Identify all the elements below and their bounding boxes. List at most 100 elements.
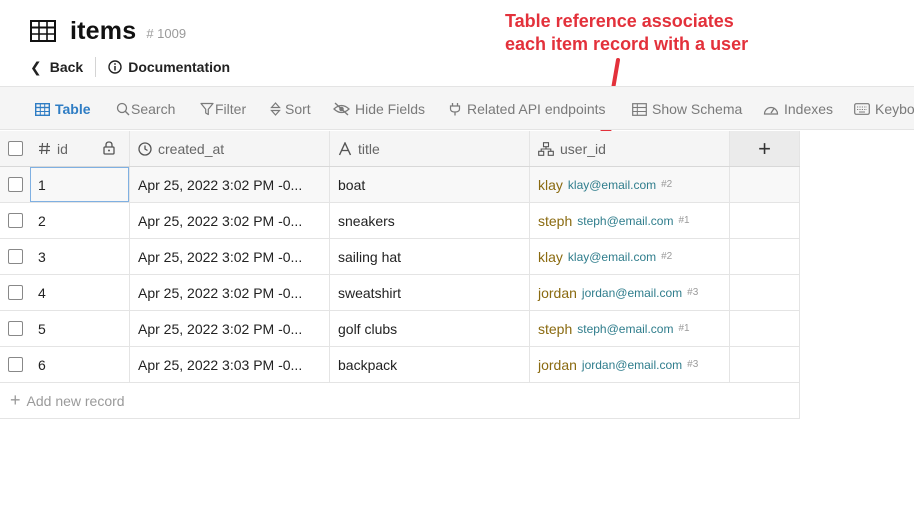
- cell-user-id[interactable]: jordan jordan@email.com #3: [530, 347, 730, 382]
- table-icon: [35, 102, 50, 116]
- chevron-left-icon: ❮: [30, 58, 42, 75]
- cell-title[interactable]: sweatshirt: [330, 275, 530, 310]
- table-row[interactable]: 6 Apr 25, 2022 3:03 PM -0... backpack jo…: [0, 347, 800, 383]
- sort-icon: [270, 102, 281, 116]
- add-new-record-button[interactable]: + Add new record: [0, 383, 800, 419]
- cell-created-at[interactable]: Apr 25, 2022 3:02 PM -0...: [130, 239, 330, 274]
- row-select: [0, 275, 30, 310]
- toolbar-keyboard-label: Keybo: [875, 101, 914, 117]
- toolbar-search-button[interactable]: Search: [116, 87, 175, 131]
- cell-user-id[interactable]: jordan jordan@email.com #3: [530, 275, 730, 310]
- user-ref: #1: [678, 215, 690, 226]
- toolbar-show-schema-label: Show Schema: [652, 101, 743, 117]
- row-checkbox[interactable]: [7, 177, 23, 192]
- user-name: steph: [538, 320, 573, 337]
- gauge-icon: [763, 106, 779, 115]
- row-select: [0, 167, 30, 202]
- column-label-created-at: created_at: [158, 140, 225, 157]
- cell-user-id[interactable]: steph steph@email.com #1: [530, 203, 730, 238]
- cell-created-at[interactable]: Apr 25, 2022 3:02 PM -0...: [130, 275, 330, 310]
- cell-created-at[interactable]: Apr 25, 2022 3:02 PM -0...: [130, 203, 330, 238]
- cell-user-id[interactable]: klay klay@email.com #2: [530, 167, 730, 202]
- row-checkbox[interactable]: [7, 213, 23, 228]
- cell-empty: [730, 311, 800, 346]
- cell-id[interactable]: 3: [30, 239, 130, 274]
- toolbar-filter-button[interactable]: Filter: [200, 87, 246, 131]
- back-button[interactable]: ❮ Back: [30, 59, 83, 76]
- documentation-link[interactable]: Documentation: [108, 59, 230, 75]
- user-email: klay@email.com: [567, 177, 657, 192]
- user-email: steph@email.com: [577, 321, 674, 336]
- toolbar-table-label: Table: [55, 101, 91, 117]
- user-ref: #2: [661, 179, 673, 190]
- toolbar-indexes-button[interactable]: Indexes: [763, 87, 833, 131]
- user-email: steph@email.com: [577, 213, 674, 228]
- select-all-checkbox[interactable]: [7, 141, 23, 156]
- column-header-created-at[interactable]: created_at: [130, 131, 330, 166]
- annotation-text: Table reference associates each item rec…: [505, 10, 805, 56]
- toolbar-sort-label: Sort: [285, 101, 311, 117]
- toolbar-sort-button[interactable]: Sort: [270, 87, 311, 131]
- cell-id[interactable]: 2: [30, 203, 130, 238]
- user-ref: #2: [661, 251, 673, 262]
- cell-id[interactable]: 5: [30, 311, 130, 346]
- column-label-title: title: [358, 140, 380, 157]
- column-label-id: id: [57, 140, 68, 157]
- user-email: jordan@email.com: [581, 357, 683, 372]
- row-checkbox[interactable]: [7, 357, 23, 372]
- cell-title[interactable]: boat: [330, 167, 530, 202]
- add-new-record-label: Add new record: [26, 392, 125, 409]
- cell-empty: [730, 239, 800, 274]
- toolbar-table-tab[interactable]: Table: [35, 87, 91, 131]
- cell-id[interactable]: 4: [30, 275, 130, 310]
- row-select: [0, 311, 30, 346]
- cell-title[interactable]: golf clubs: [330, 311, 530, 346]
- cell-user-id[interactable]: klay klay@email.com #2: [530, 239, 730, 274]
- table-id: # 1009: [146, 25, 187, 41]
- user-email: jordan@email.com: [581, 285, 683, 300]
- lock-icon: [103, 141, 115, 155]
- cell-title[interactable]: sailing hat: [330, 239, 530, 274]
- info-icon: [108, 60, 122, 74]
- column-header-id[interactable]: id: [30, 131, 130, 166]
- cell-empty: [730, 275, 800, 310]
- row-checkbox[interactable]: [7, 321, 23, 336]
- row-select: [0, 239, 30, 274]
- keyboard-icon: [854, 103, 870, 115]
- cell-created-at[interactable]: Apr 25, 2022 3:02 PM -0...: [130, 167, 330, 202]
- cell-title[interactable]: sneakers: [330, 203, 530, 238]
- toolbar-hide-fields-button[interactable]: Hide Fields: [333, 87, 425, 131]
- user-name: klay: [538, 248, 563, 265]
- grid-header-row: id created_at title user_id +: [0, 131, 800, 167]
- nav-divider: [95, 57, 97, 77]
- toolbar-keyboard-button[interactable]: Keybo: [854, 87, 914, 131]
- row-checkbox[interactable]: [7, 285, 23, 300]
- eye-slash-icon: [333, 102, 350, 116]
- plug-icon: [449, 103, 461, 116]
- table-row[interactable]: 5 Apr 25, 2022 3:02 PM -0... golf clubs …: [0, 311, 800, 347]
- cell-user-id[interactable]: steph steph@email.com #1: [530, 311, 730, 346]
- user-ref: #3: [687, 359, 699, 370]
- table-row[interactable]: 2 Apr 25, 2022 3:02 PM -0... sneakers st…: [0, 203, 800, 239]
- table-row[interactable]: 4 Apr 25, 2022 3:02 PM -0... sweatshirt …: [0, 275, 800, 311]
- user-name: klay: [538, 176, 563, 193]
- cell-created-at[interactable]: Apr 25, 2022 3:03 PM -0...: [130, 347, 330, 382]
- toolbar-show-schema-button[interactable]: Show Schema: [632, 87, 742, 131]
- documentation-label: Documentation: [128, 59, 231, 75]
- annotation-line-1: Table reference associates: [505, 11, 734, 31]
- cell-id[interactable]: 6: [30, 347, 130, 382]
- column-header-user-id[interactable]: user_id: [530, 131, 730, 166]
- table-row[interactable]: 3 Apr 25, 2022 3:02 PM -0... sailing hat…: [0, 239, 800, 275]
- cell-title[interactable]: backpack: [330, 347, 530, 382]
- add-column-button[interactable]: +: [730, 131, 800, 166]
- table-row[interactable]: 1 Apr 25, 2022 3:02 PM -0... boat klay k…: [0, 167, 800, 203]
- toolbar-related-api-button[interactable]: Related API endpoints: [448, 87, 606, 131]
- header-select-all: [0, 131, 30, 166]
- cell-created-at[interactable]: Apr 25, 2022 3:02 PM -0...: [130, 311, 330, 346]
- user-name: jordan: [538, 356, 577, 373]
- relation-icon: [538, 141, 554, 156]
- column-header-title[interactable]: title: [330, 131, 530, 166]
- cell-id[interactable]: 1: [30, 167, 130, 202]
- filter-icon: [200, 102, 214, 116]
- row-checkbox[interactable]: [7, 249, 23, 264]
